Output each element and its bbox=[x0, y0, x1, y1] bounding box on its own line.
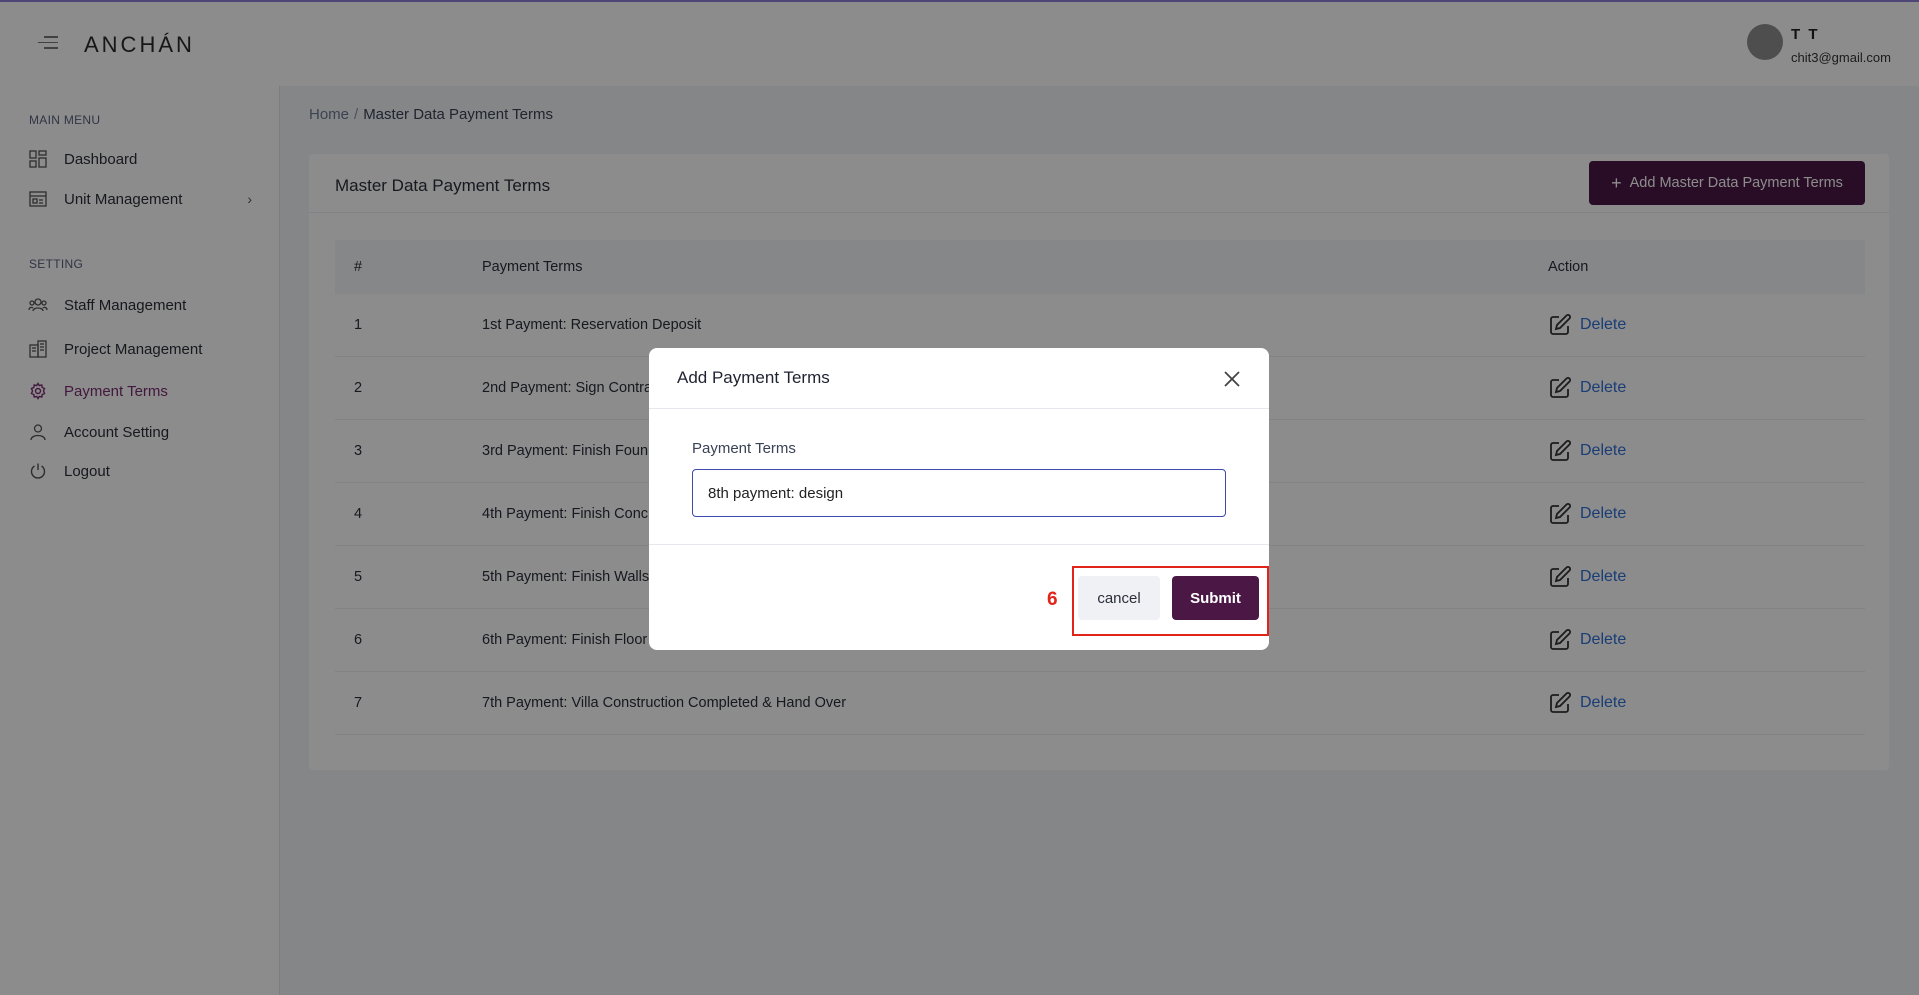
modal-title: Add Payment Terms bbox=[677, 368, 830, 387]
annotation-step-number: 6 bbox=[1047, 589, 1058, 610]
close-icon[interactable] bbox=[1221, 368, 1243, 390]
modal-footer-divider bbox=[649, 544, 1269, 545]
modal-header-divider bbox=[649, 408, 1269, 409]
annotation-highlight-box bbox=[1072, 566, 1269, 636]
payment-terms-label: Payment Terms bbox=[692, 440, 796, 457]
payment-terms-input[interactable] bbox=[692, 469, 1226, 517]
